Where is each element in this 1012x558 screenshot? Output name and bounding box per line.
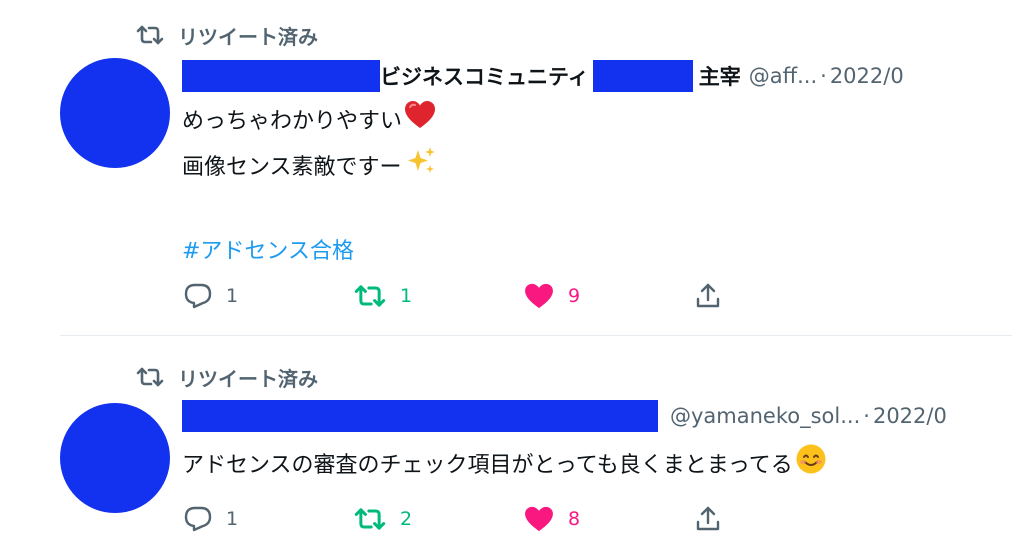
tweet-text-line: めっちゃわかりやすい: [182, 100, 438, 144]
retweeted-label: リツイート済み: [178, 24, 318, 49]
retweet-icon: [354, 507, 386, 531]
retweet-icon: [354, 284, 386, 308]
reply-count: 1: [226, 285, 239, 307]
like-count: 8: [568, 508, 581, 530]
retweet-button[interactable]: 2: [354, 501, 412, 537]
redacted-name: [592, 60, 693, 92]
retweeted-indicator: リツイート済み: [136, 21, 318, 49]
retweet-count: 1: [400, 285, 413, 307]
reply-count: 1: [226, 508, 239, 530]
like-button[interactable]: 9: [524, 278, 580, 314]
retweet-icon: [136, 366, 166, 388]
tweet-actions: 1 1 9: [182, 278, 742, 314]
sparkles-emoji: [404, 144, 438, 192]
user-handle[interactable]: @aff...: [749, 64, 817, 88]
reply-button[interactable]: 1: [184, 501, 238, 537]
redacted-name: [182, 60, 380, 92]
separator-dot: ·: [820, 64, 827, 88]
tweet-2[interactable]: リツイート済み @yamaneko_sol... · 2022/0 アドセンスの…: [0, 336, 1012, 558]
share-button[interactable]: [694, 278, 722, 314]
like-button[interactable]: 8: [524, 501, 580, 537]
user-handle[interactable]: @yamaneko_sol...: [670, 404, 860, 428]
red-heart-emoji: [404, 100, 436, 144]
retweet-icon: [136, 24, 166, 46]
share-icon: [694, 282, 722, 310]
tweet-text-line: アドセンスの審査のチェック項目がとっても良くまとまってる: [182, 443, 827, 489]
like-count: 9: [568, 285, 581, 307]
tweet-1[interactable]: リツイート済み ビジネスコミュニティ 主宰 @aff... · 2022/0 め…: [0, 0, 1012, 335]
smiling-face-emoji: [795, 443, 827, 489]
share-icon: [694, 505, 722, 533]
tweet-text: めっちゃわかりやすい 画像センス素敵ですー #アドセンス合格: [182, 100, 438, 272]
tweet-text: アドセンスの審査のチェック項目がとっても良くまとまってる: [182, 443, 827, 489]
redacted-name: [182, 400, 658, 432]
tweet-text-line: 画像センス素敵ですー: [182, 144, 438, 192]
share-button[interactable]: [694, 501, 722, 537]
retweet-count: 2: [400, 508, 413, 530]
retweeted-label: リツイート済み: [178, 366, 318, 391]
retweeted-indicator: リツイート済み: [136, 363, 318, 391]
avatar[interactable]: [60, 58, 170, 168]
avatar[interactable]: [60, 403, 170, 513]
tweet-header: ビジネスコミュニティ 主宰 @aff... · 2022/0: [182, 60, 904, 92]
hashtag-link[interactable]: #アドセンス合格: [182, 232, 438, 272]
display-name-part[interactable]: 主宰: [699, 61, 741, 91]
tweet-date[interactable]: 2022/0: [873, 404, 947, 428]
heart-icon: [524, 506, 554, 532]
retweet-button[interactable]: 1: [354, 278, 412, 314]
tweet-actions: 1 2 8: [182, 501, 742, 537]
separator-dot: ·: [863, 404, 870, 428]
reply-icon: [184, 283, 212, 309]
reply-icon: [184, 506, 212, 532]
tweet-date[interactable]: 2022/0: [830, 64, 904, 88]
tweet-header: @yamaneko_sol... · 2022/0: [182, 400, 947, 432]
display-name-part[interactable]: ビジネスコミュニティ: [380, 61, 589, 91]
reply-button[interactable]: 1: [184, 278, 238, 314]
heart-icon: [524, 283, 554, 309]
